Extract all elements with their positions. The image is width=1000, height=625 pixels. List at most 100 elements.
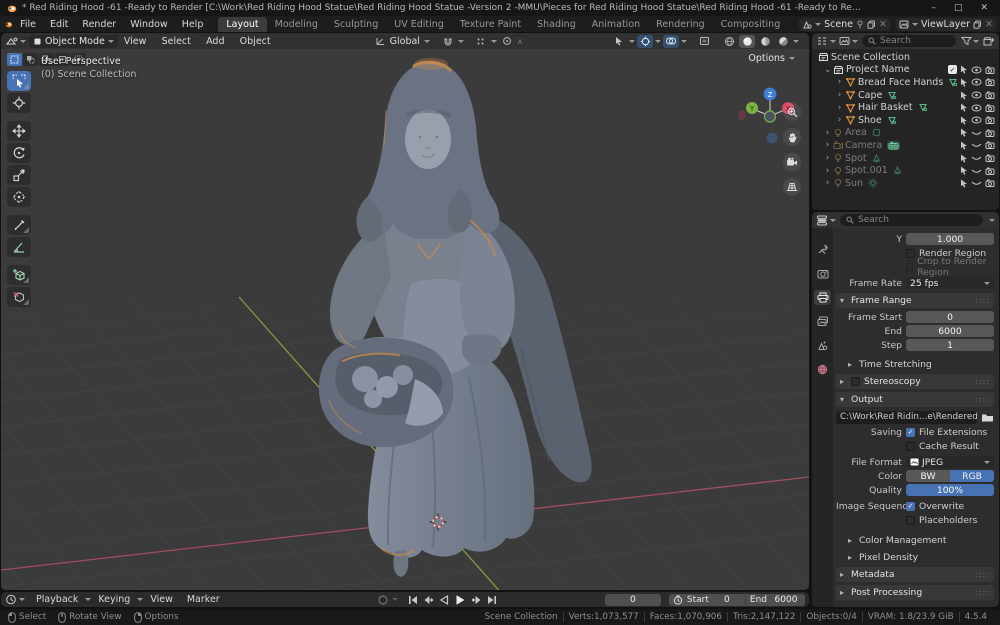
shading-material-icon[interactable] — [757, 35, 773, 48]
snapping-options-icon[interactable] — [473, 35, 489, 48]
outliner-item-area[interactable]: › Area — [812, 127, 999, 140]
add-cube-tool[interactable] — [7, 265, 31, 285]
render-visibility-icon[interactable] — [985, 129, 995, 137]
end-frame-field[interactable]: 6000 — [771, 595, 801, 605]
outliner-item-camera[interactable]: › Camera — [812, 139, 999, 152]
gizmos-toggle-icon[interactable] — [637, 35, 653, 48]
selectable-icon[interactable] — [960, 116, 968, 125]
unlink-scene-icon[interactable]: ✕ — [879, 19, 887, 30]
frame-step-field[interactable]: 1 — [906, 339, 994, 351]
tab-world[interactable] — [814, 362, 831, 377]
prev-keyframe-icon[interactable] — [423, 595, 434, 605]
render-visibility-icon[interactable] — [985, 154, 995, 162]
collapse-icon[interactable]: ⌄ — [824, 65, 831, 75]
selectable-icon[interactable] — [960, 154, 968, 163]
camera-view-icon[interactable] — [783, 153, 801, 171]
file-format-dropdown[interactable]: JPEG — [906, 456, 994, 468]
timeline-editor-icon[interactable] — [5, 594, 17, 605]
selectable-icon[interactable] — [960, 128, 968, 137]
render-visibility-icon[interactable] — [985, 116, 995, 124]
frame-rate-dropdown[interactable]: 25 fps — [906, 277, 994, 289]
overwrite-checkbox[interactable]: ✓ — [906, 502, 915, 511]
menu-select[interactable]: Select — [156, 36, 197, 47]
select-mode-set[interactable] — [7, 53, 22, 66]
jump-to-end-icon[interactable] — [487, 595, 497, 605]
render-visibility-icon[interactable] — [985, 91, 995, 99]
output-path-field[interactable]: C:\Work\Red Ridin...e\Rendered Image — [836, 411, 977, 424]
outliner-editor-icon[interactable] — [816, 36, 828, 46]
jump-to-start-icon[interactable] — [408, 595, 418, 605]
auto-keying-icon[interactable] — [377, 594, 389, 606]
maximize-button[interactable]: □ — [954, 3, 963, 13]
menu-add[interactable]: Add — [200, 36, 230, 47]
post-processing-panel-header[interactable]: ▸Post Processing:::: — [836, 585, 994, 600]
tab-sculpting[interactable]: Sculpting — [326, 17, 386, 32]
menu-window[interactable]: Window — [123, 19, 174, 30]
render-visibility-icon[interactable] — [985, 179, 995, 187]
editor-type-icon[interactable] — [5, 36, 18, 47]
hide-eye-icon[interactable] — [971, 116, 982, 124]
menu-view[interactable]: View — [118, 36, 153, 47]
close-button[interactable]: ✕ — [980, 3, 988, 13]
proportional-falloff-icon[interactable]: ∧ — [517, 37, 523, 46]
render-visibility-icon[interactable] — [985, 167, 995, 175]
tab-texture-paint[interactable]: Texture Paint — [452, 17, 529, 32]
zoom-icon[interactable] — [783, 103, 801, 121]
overlays-toggle-icon[interactable] — [663, 35, 679, 48]
tab-uv-editing[interactable]: UV Editing — [386, 17, 452, 32]
crop-render-region-checkbox[interactable] — [906, 263, 913, 272]
quality-slider[interactable]: 100% — [906, 484, 994, 496]
shading-rendered-icon[interactable] — [775, 35, 791, 48]
selectable-icon[interactable] — [960, 78, 968, 87]
selectable-icon[interactable] — [960, 166, 968, 175]
move-tool[interactable] — [7, 121, 31, 141]
snap-magnet-icon[interactable] — [440, 35, 456, 48]
remove-view-layer-icon[interactable]: ✕ — [985, 19, 993, 30]
render-visibility-icon[interactable] — [985, 66, 995, 74]
tab-output[interactable] — [814, 290, 831, 305]
tab-compositing[interactable]: Compositing — [713, 17, 789, 32]
expand-icon[interactable]: › — [836, 90, 843, 100]
filter-icon[interactable] — [961, 36, 972, 46]
outliner-item-spot[interactable]: › Spot — [812, 152, 999, 165]
hide-eye-icon[interactable] — [971, 66, 982, 74]
frame-end-field[interactable]: 6000 — [906, 325, 994, 337]
frame-start-field[interactable]: 0 — [906, 311, 994, 323]
annotate-tool[interactable] — [7, 215, 31, 235]
selectability-visibility-icon[interactable] — [611, 35, 627, 48]
expand-icon[interactable]: › — [824, 153, 831, 163]
stereoscopy-panel-header[interactable]: ▸ Stereoscopy:::: — [836, 374, 994, 389]
properties-search-input[interactable]: Search — [840, 214, 983, 226]
extrude-cut-tool[interactable] — [7, 287, 31, 307]
menu-keying[interactable]: Keying — [91, 594, 137, 605]
new-scene-icon[interactable] — [867, 20, 876, 29]
selectable-icon[interactable] — [960, 103, 968, 112]
scene-selector[interactable]: Scene ✕ — [799, 18, 890, 31]
pin-icon[interactable] — [856, 20, 864, 29]
new-view-layer-icon[interactable] — [973, 20, 982, 29]
hide-eye-icon[interactable] — [971, 78, 982, 86]
measure-tool[interactable] — [7, 237, 31, 257]
outliner-item-hair-basket[interactable]: › Hair Basket — [812, 101, 999, 114]
proportional-editing-icon[interactable] — [499, 35, 515, 48]
tab-view-layer[interactable] — [814, 314, 831, 329]
hide-eye-closed-icon[interactable] — [971, 141, 982, 149]
menu-marker[interactable]: Marker — [180, 594, 227, 605]
menu-help[interactable]: Help — [175, 19, 211, 30]
gizmo-x-neg[interactable] — [739, 110, 746, 120]
outliner-item-scene-collection[interactable]: Scene Collection — [812, 51, 999, 64]
viewport-canvas[interactable] — [1, 49, 809, 590]
select-mode-extend[interactable] — [23, 53, 38, 66]
outliner-item-sun[interactable]: › Sun — [812, 177, 999, 190]
menu-file[interactable]: File — [13, 19, 43, 30]
output-panel-header[interactable]: ▾Output:::: — [836, 392, 994, 407]
play-reverse-icon[interactable] — [439, 595, 449, 605]
display-mode-icon[interactable] — [839, 36, 850, 46]
hide-eye-icon[interactable] — [971, 104, 982, 112]
xray-toggle-icon[interactable] — [696, 35, 712, 48]
menu-render[interactable]: Render — [75, 19, 123, 30]
menu-edit[interactable]: Edit — [43, 19, 75, 30]
hide-eye-closed-icon[interactable] — [971, 167, 982, 175]
view-layer-selector[interactable]: ViewLayer ✕ — [896, 18, 996, 31]
play-icon[interactable] — [454, 594, 466, 606]
